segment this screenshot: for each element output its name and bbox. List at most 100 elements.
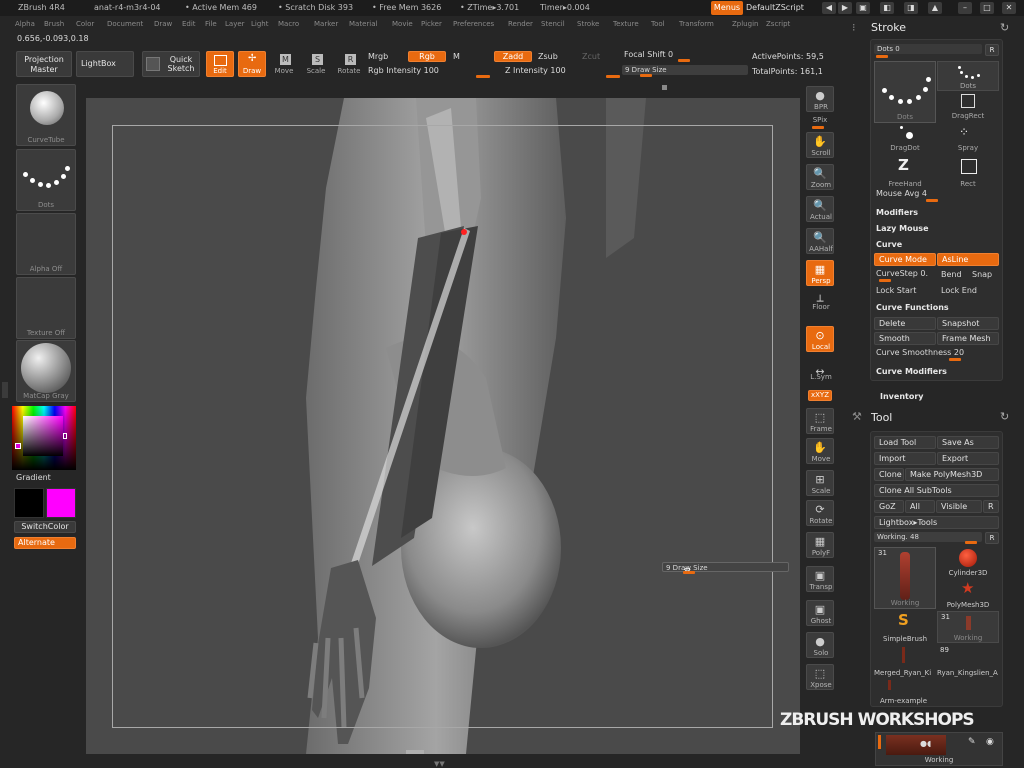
- stroke-dots-small[interactable]: Dots: [937, 61, 999, 91]
- stroke-rect[interactable]: Rect: [937, 156, 999, 188]
- bend-button[interactable]: Bend: [941, 270, 962, 279]
- curve-functions-section[interactable]: Curve Functions: [876, 303, 949, 312]
- stroke-dots-large[interactable]: Dots: [874, 61, 936, 123]
- goz-button[interactable]: GoZ: [874, 500, 904, 513]
- alpha-thumbnail[interactable]: Alpha Off: [16, 213, 76, 275]
- bpr-button[interactable]: ● BPR: [806, 86, 834, 112]
- focal-shift-knob[interactable]: [678, 59, 690, 62]
- scale-button[interactable]: S Scale: [302, 51, 330, 77]
- brush-thumbnail[interactable]: CurveTube: [16, 84, 76, 146]
- polyf-button[interactable]: ▦ PolyF: [806, 532, 834, 558]
- next-icon[interactable]: ▶: [838, 2, 852, 14]
- frame-button[interactable]: ⬚ Frame: [806, 408, 834, 434]
- make-polymesh-button[interactable]: Make PolyMesh3D: [905, 468, 999, 481]
- minimize-icon[interactable]: –: [958, 2, 972, 14]
- color-marker-icon[interactable]: [63, 433, 67, 439]
- stroke-refresh-icon[interactable]: ↻: [1000, 21, 1009, 34]
- stroke-reset-button[interactable]: R: [985, 44, 999, 56]
- rotate-button[interactable]: ⟳ Rotate: [806, 500, 834, 526]
- curve-step-knob[interactable]: [879, 279, 891, 282]
- tool-working[interactable]: 31 Working: [937, 611, 999, 643]
- import-button[interactable]: Import: [874, 452, 936, 465]
- z-intensity-knob[interactable]: [606, 75, 620, 78]
- snap-button[interactable]: Snap: [972, 270, 992, 279]
- menu-document[interactable]: Document: [107, 20, 143, 28]
- dots-slider-knob[interactable]: [876, 55, 888, 58]
- canvas-bottom-handle-icon[interactable]: [406, 750, 424, 754]
- frame-mesh-button[interactable]: Frame Mesh: [937, 332, 999, 345]
- menu-material[interactable]: Material: [349, 20, 377, 28]
- load-tool-button[interactable]: Load Tool: [874, 436, 936, 449]
- curve-smoothness-knob[interactable]: [949, 358, 961, 361]
- menu-layer[interactable]: Layer: [225, 20, 245, 28]
- menu-stencil[interactable]: Stencil: [541, 20, 565, 28]
- spix-knob[interactable]: [812, 126, 824, 129]
- rgb-intensity-knob[interactable]: [476, 75, 490, 78]
- gradient-toggle[interactable]: Gradient: [16, 473, 51, 482]
- curve-modifiers-section[interactable]: Curve Modifiers: [876, 367, 947, 376]
- zsub-button[interactable]: Zsub: [538, 52, 558, 61]
- save-as-button[interactable]: Save As: [937, 436, 999, 449]
- left-tray-handle-icon[interactable]: [2, 382, 8, 398]
- color-picker[interactable]: [12, 406, 76, 470]
- zoom-button[interactable]: 🔍 Zoom: [806, 164, 834, 190]
- menu-stroke[interactable]: Stroke: [577, 20, 599, 28]
- tool-refresh-icon[interactable]: ↻: [1000, 410, 1009, 423]
- rotate-button[interactable]: R Rotate: [334, 51, 364, 77]
- modifiers-section[interactable]: Modifiers: [876, 208, 918, 217]
- move-button[interactable]: M Move: [270, 51, 298, 77]
- asline-button[interactable]: AsLine: [937, 253, 999, 266]
- menu-marker[interactable]: Marker: [314, 20, 338, 28]
- persp-button[interactable]: ▦ Persp: [806, 260, 834, 286]
- palette2-icon[interactable]: ◨: [904, 2, 918, 14]
- tool-arm-example[interactable]: Arm-example: [874, 679, 936, 707]
- move-button[interactable]: ✋ Move: [806, 438, 834, 464]
- menu-macro[interactable]: Macro: [278, 20, 299, 28]
- menus-button[interactable]: Menus: [711, 1, 743, 15]
- scroll-button[interactable]: ✋ Scroll: [806, 132, 834, 158]
- maximize-icon[interactable]: □: [980, 2, 994, 14]
- stroke-spray[interactable]: ⁘ Spray: [937, 124, 999, 154]
- curve-step-slider[interactable]: CurveStep 0.: [876, 269, 928, 278]
- tool-reset-button[interactable]: R: [985, 532, 999, 544]
- transp-button[interactable]: ▣ Transp: [806, 566, 834, 592]
- ghost-button[interactable]: ▣ Ghost: [806, 600, 834, 626]
- actual-button[interactable]: 🔍 Actual: [806, 196, 834, 222]
- clone-all-subtools-button[interactable]: Clone All SubTools: [874, 484, 999, 497]
- stroke-dragdot[interactable]: DragDot: [874, 124, 936, 154]
- stroke-freehand[interactable]: Z FreeHand: [874, 156, 936, 188]
- subtool-brush-icon[interactable]: ✎: [968, 737, 976, 747]
- tool-simplebrush[interactable]: S SimpleBrush: [874, 611, 936, 643]
- inventory-button[interactable]: Inventory: [880, 392, 924, 401]
- subtool-visibility-icon[interactable]: ●◖: [920, 739, 931, 748]
- menu-tool[interactable]: Tool: [651, 20, 665, 28]
- zcut-button[interactable]: Zcut: [582, 52, 600, 61]
- z-intensity-slider[interactable]: Z Intensity 100: [505, 66, 566, 75]
- mouse-avg-knob[interactable]: [926, 199, 938, 202]
- l-sym-button[interactable]: ↔ L.Sym: [806, 362, 834, 382]
- menu-movie[interactable]: Movie: [392, 20, 413, 28]
- current-tool-thumbnail[interactable]: 31 Working: [874, 547, 936, 609]
- subtool-eye-icon[interactable]: ◉: [986, 737, 994, 747]
- curve-section[interactable]: Curve: [876, 240, 902, 249]
- tool-palette-header[interactable]: ⚒ Tool ↻: [852, 410, 1024, 426]
- lightbox-tools-button[interactable]: Lightbox▸Tools: [874, 516, 999, 529]
- menu-edit[interactable]: Edit: [182, 20, 196, 28]
- working-slider-knob[interactable]: [965, 541, 977, 544]
- xpose-button[interactable]: ⬚ Xpose: [806, 664, 834, 690]
- default-zscript-button[interactable]: DefaultZScript: [746, 3, 804, 12]
- scale-button[interactable]: ⊞ Scale: [806, 470, 834, 496]
- mouse-avg-slider[interactable]: Mouse Avg 4: [876, 189, 927, 198]
- spix-slider[interactable]: SPix: [804, 116, 836, 124]
- stroke-dragrect[interactable]: DragRect: [937, 92, 999, 122]
- aahalf-button[interactable]: 🔍 AAHalf: [806, 228, 834, 254]
- floor-button[interactable]: ┴ Floor: [806, 292, 834, 312]
- rgb-intensity-slider[interactable]: Rgb Intensity 100: [368, 66, 439, 75]
- menu-file[interactable]: File: [205, 20, 217, 28]
- shelf-handle-icon[interactable]: [662, 85, 667, 90]
- lightbox-button[interactable]: LightBox: [76, 51, 134, 77]
- secondary-color-swatch[interactable]: [46, 488, 76, 518]
- quick-sketch-button[interactable]: Quick Sketch: [142, 51, 200, 77]
- curve-mode-button[interactable]: Curve Mode: [874, 253, 936, 266]
- layout-icon[interactable]: ▣: [856, 2, 870, 14]
